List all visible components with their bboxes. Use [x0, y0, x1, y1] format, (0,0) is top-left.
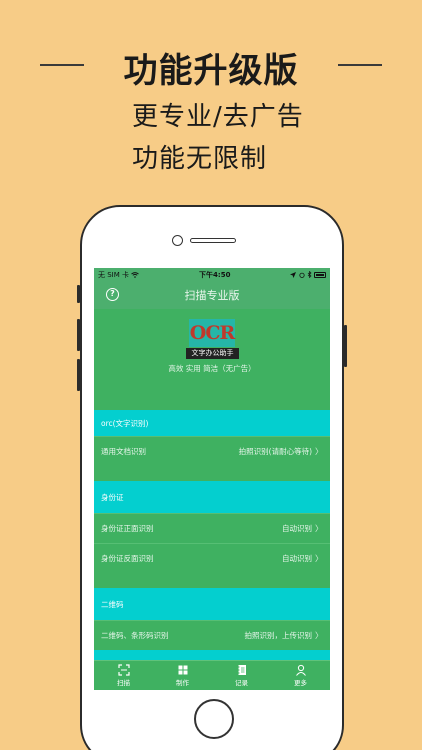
chevron-right-icon: 〉 [315, 447, 323, 456]
row-label: 身份证正面识别 [101, 524, 154, 533]
hero-banner: OCR 文字办公助手 高效 实用 简洁（无广告） [94, 309, 330, 410]
tab-bar: 扫描 制作 记录 更多 [94, 660, 330, 690]
hero-tagline: 高效 实用 简洁（无广告） [168, 364, 256, 373]
help-icon[interactable]: ? [106, 288, 119, 301]
phone-camera [172, 235, 183, 246]
scan-icon [117, 664, 130, 676]
row-label: 二维码、条形码识别 [101, 631, 169, 640]
nav-title: 扫描专业版 [184, 289, 240, 302]
section-header-ocr: orc(文字识别) [94, 410, 330, 436]
row-id-back[interactable]: 身份证反面识别 自动识别 〉 [94, 543, 330, 573]
alarm-icon [298, 272, 305, 278]
user-icon [295, 664, 306, 676]
app-screen: 无 SIM 卡 下午4:50 ? 扫描专业版 OCR 文字办公助手 高效 实用 … [94, 268, 330, 690]
wifi-icon [131, 271, 140, 278]
ocr-logo-text: OCR [189, 322, 235, 344]
chevron-right-icon: 〉 [315, 631, 323, 640]
promo-subtitle-1: 更专业/去广告 [132, 102, 304, 132]
phone-home-button [194, 699, 234, 739]
phone-mute-switch [77, 285, 80, 303]
section-spacer [94, 573, 330, 588]
row-label: 通用文档识别 [101, 447, 146, 456]
status-icons [290, 270, 326, 279]
phone-volume-up [77, 319, 80, 351]
row-label: 身份证反面识别 [101, 554, 154, 563]
logo-caption: 文字办公助手 [186, 348, 239, 359]
chevron-right-icon: 〉 [315, 554, 323, 563]
ocr-logo: OCR [189, 319, 235, 347]
phone-volume-down [77, 359, 80, 391]
row-qrcode-barcode[interactable]: 二维码、条形码识别 拍照识别，上传识别 〉 [94, 620, 330, 650]
tab-more[interactable]: 更多 [271, 661, 330, 690]
tab-label: 扫描 [117, 679, 130, 687]
section-header-qrcode: 二维码 [94, 588, 330, 620]
phone-power-button [344, 325, 347, 367]
row-value: 拍照识别(请耐心等待) [238, 447, 312, 456]
section-header-id-card: 身份证 [94, 481, 330, 513]
tab-label: 记录 [235, 679, 248, 687]
status-bar: 无 SIM 卡 下午4:50 [94, 268, 330, 281]
battery-icon [313, 271, 326, 278]
nav-bar: ? 扫描专业版 [94, 281, 330, 309]
row-value: 自动识别 [282, 554, 312, 563]
promo-subtitle-2: 功能无限制 [132, 144, 268, 174]
row-value: 自动识别 [282, 524, 312, 533]
notebook-icon [237, 665, 246, 675]
grid-icon [178, 665, 187, 675]
location-arrow-icon [290, 271, 297, 278]
phone-speaker [190, 238, 236, 243]
row-value: 拍照识别，上传识别 [244, 631, 313, 640]
tab-records[interactable]: 记录 [212, 661, 271, 690]
tab-make[interactable]: 制作 [153, 661, 212, 690]
tab-scan[interactable]: 扫描 [94, 661, 153, 690]
promo-title: 功能升级版 [123, 51, 299, 91]
tab-label: 更多 [294, 679, 307, 687]
section-spacer [94, 466, 330, 481]
row-id-front[interactable]: 身份证正面识别 自动识别 〉 [94, 513, 330, 543]
status-time: 下午4:50 [199, 270, 231, 279]
tab-label: 制作 [176, 679, 189, 687]
chevron-right-icon: 〉 [315, 524, 323, 533]
carrier-text: 无 SIM 卡 [98, 270, 140, 280]
row-general-document[interactable]: 通用文档识别 拍照识别(请耐心等待) 〉 [94, 436, 330, 466]
bluetooth-icon [307, 270, 312, 279]
